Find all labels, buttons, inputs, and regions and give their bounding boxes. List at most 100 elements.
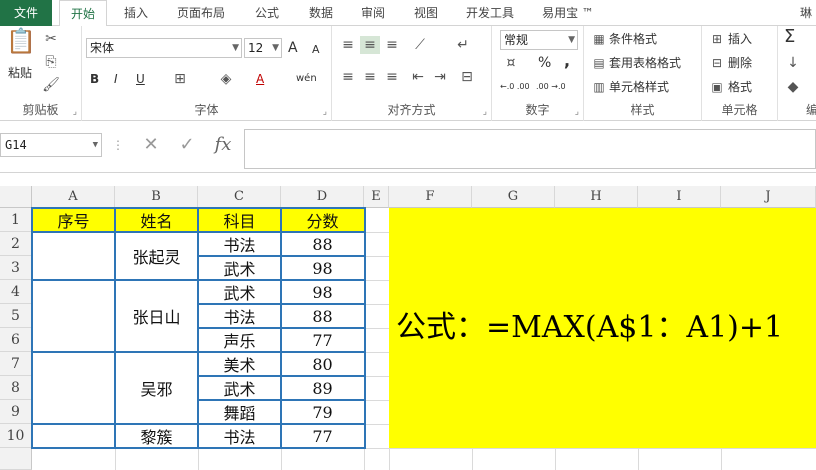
number-format-select[interactable]: 常规 ▼ (500, 30, 578, 50)
header-cell-seq[interactable]: 序号 (32, 208, 115, 232)
align-top-icon[interactable]: ≡ (338, 36, 358, 54)
tab-review[interactable]: 审阅 (350, 0, 396, 26)
row-header[interactable]: 7 (0, 352, 32, 376)
formula-input[interactable] (244, 129, 816, 169)
decrease-indent-icon[interactable]: ⇤ (408, 68, 428, 86)
format-cells-button[interactable]: 格式 (728, 78, 752, 96)
row-header[interactable]: 6 (0, 328, 32, 352)
column-header[interactable]: F (389, 186, 472, 208)
conditional-format-button[interactable]: 条件格式 (609, 30, 657, 48)
align-left-icon[interactable]: ≡ (338, 68, 358, 86)
subject-cell[interactable]: 武术 (198, 280, 281, 304)
tab-data[interactable]: 数据 (298, 0, 344, 26)
font-color-button[interactable]: A (256, 70, 264, 88)
cell-styles-button[interactable]: 单元格样式 (609, 78, 669, 96)
grow-font-button[interactable]: A (288, 39, 298, 57)
score-cell[interactable]: 89 (281, 376, 364, 400)
clear-icon[interactable]: ◆ (784, 78, 802, 96)
column-header[interactable]: H (555, 186, 638, 208)
font-name-select[interactable]: 宋体 ▼ (86, 38, 242, 58)
subject-cell[interactable]: 声乐 (198, 328, 281, 352)
table-format-icon[interactable]: ▤ (590, 54, 608, 72)
italic-button[interactable]: I (114, 70, 118, 88)
column-header[interactable]: A (32, 186, 115, 208)
increase-decimal-button[interactable]: ←.0 .00 (500, 78, 530, 96)
subject-cell[interactable]: 美术 (198, 352, 281, 376)
name-cell[interactable]: 黎簇 (115, 424, 198, 448)
column-header[interactable]: B (115, 186, 198, 208)
score-cell[interactable]: 88 (281, 304, 364, 328)
row-header[interactable]: 3 (0, 256, 32, 280)
merge-center-icon[interactable]: ⊟ (456, 68, 478, 86)
row-header[interactable]: 2 (0, 232, 32, 256)
comma-button[interactable]: , (564, 52, 570, 70)
decrease-decimal-button[interactable]: .00 →.0 (536, 78, 566, 96)
subject-cell[interactable]: 舞蹈 (198, 400, 281, 424)
delete-cells-icon[interactable]: ⊟ (708, 54, 726, 72)
font-launcher-icon[interactable]: ⌟ (323, 107, 327, 117)
score-cell[interactable]: 98 (281, 280, 364, 304)
tab-insert[interactable]: 插入 (112, 0, 160, 26)
row-header[interactable]: 10 (0, 424, 32, 448)
column-header[interactable]: I (638, 186, 721, 208)
name-cell[interactable]: 张起灵 (115, 232, 198, 280)
tab-formulas[interactable]: 公式 (244, 0, 290, 26)
subject-cell[interactable]: 书法 (198, 232, 281, 256)
insert-cells-button[interactable]: 插入 (728, 30, 752, 48)
row-header[interactable]: 5 (0, 304, 32, 328)
tab-easyuse[interactable]: 易用宝 ™ (535, 0, 601, 26)
wrap-text-icon[interactable]: ↵ (452, 36, 474, 54)
bold-button[interactable]: B (90, 70, 99, 88)
subject-cell[interactable]: 书法 (198, 424, 281, 448)
tab-view[interactable]: 视图 (403, 0, 449, 26)
increase-indent-icon[interactable]: ⇥ (430, 68, 450, 86)
header-cell-subject[interactable]: 科目 (198, 208, 281, 232)
tab-file[interactable]: 文件 (0, 0, 52, 26)
row-header[interactable] (0, 448, 32, 470)
column-header[interactable]: D (281, 186, 364, 208)
font-size-select[interactable]: 12 ▼ (244, 38, 282, 58)
row-header[interactable]: 8 (0, 376, 32, 400)
conditional-format-icon[interactable]: ▦ (590, 30, 608, 48)
align-center-icon[interactable]: ≡ (360, 68, 380, 86)
subject-cell[interactable]: 书法 (198, 304, 281, 328)
column-header[interactable]: C (198, 186, 281, 208)
percent-button[interactable]: % (538, 54, 551, 72)
user-name[interactable]: 琳 (800, 0, 812, 26)
align-middle-icon[interactable]: ≡ (360, 36, 380, 54)
paste-icon[interactable]: 📋 (6, 29, 36, 53)
subject-cell[interactable]: 武术 (198, 376, 281, 400)
table-format-button[interactable]: 套用表格格式 (609, 54, 681, 72)
cut-icon[interactable]: ✂ (40, 30, 62, 48)
column-header[interactable]: G (472, 186, 555, 208)
underline-button[interactable]: U (136, 70, 145, 88)
clipboard-launcher-icon[interactable]: ⌟ (73, 107, 77, 117)
fill-color-icon[interactable]: ◈ (216, 70, 236, 88)
header-cell-name[interactable]: 姓名 (115, 208, 198, 232)
phonetic-button[interactable]: wén (296, 70, 317, 88)
header-cell-score[interactable]: 分数 (281, 208, 364, 232)
score-cell[interactable]: 77 (281, 328, 364, 352)
cell-styles-icon[interactable]: ▥ (590, 78, 608, 96)
name-box[interactable]: G14 ▼ (0, 133, 102, 157)
subject-cell[interactable]: 武术 (198, 256, 281, 280)
delete-cells-button[interactable]: 删除 (728, 54, 752, 72)
column-header[interactable]: J (721, 186, 816, 208)
drag-handle-icon[interactable]: ⋮ (112, 133, 124, 157)
shrink-font-button[interactable]: A (312, 41, 320, 59)
score-cell[interactable]: 80 (281, 352, 364, 376)
paste-label[interactable]: 粘贴 (8, 64, 32, 82)
insert-function-button[interactable]: fx (206, 133, 240, 157)
score-cell[interactable]: 98 (281, 256, 364, 280)
format-painter-icon[interactable]: 🖌 (40, 76, 62, 94)
tab-page-layout[interactable]: 页面布局 (168, 0, 234, 26)
name-cell[interactable]: 吴邪 (115, 352, 198, 424)
cancel-entry-button[interactable]: ✕ (134, 133, 168, 157)
autosum-button[interactable]: Σ (784, 28, 795, 46)
align-bottom-icon[interactable]: ≡ (382, 36, 402, 54)
column-header[interactable]: E (364, 186, 389, 208)
tab-home[interactable]: 开始 (59, 0, 107, 27)
score-cell[interactable]: 88 (281, 232, 364, 256)
orientation-icon[interactable]: ⟋ (408, 36, 432, 54)
alignment-launcher-icon[interactable]: ⌟ (483, 107, 487, 117)
